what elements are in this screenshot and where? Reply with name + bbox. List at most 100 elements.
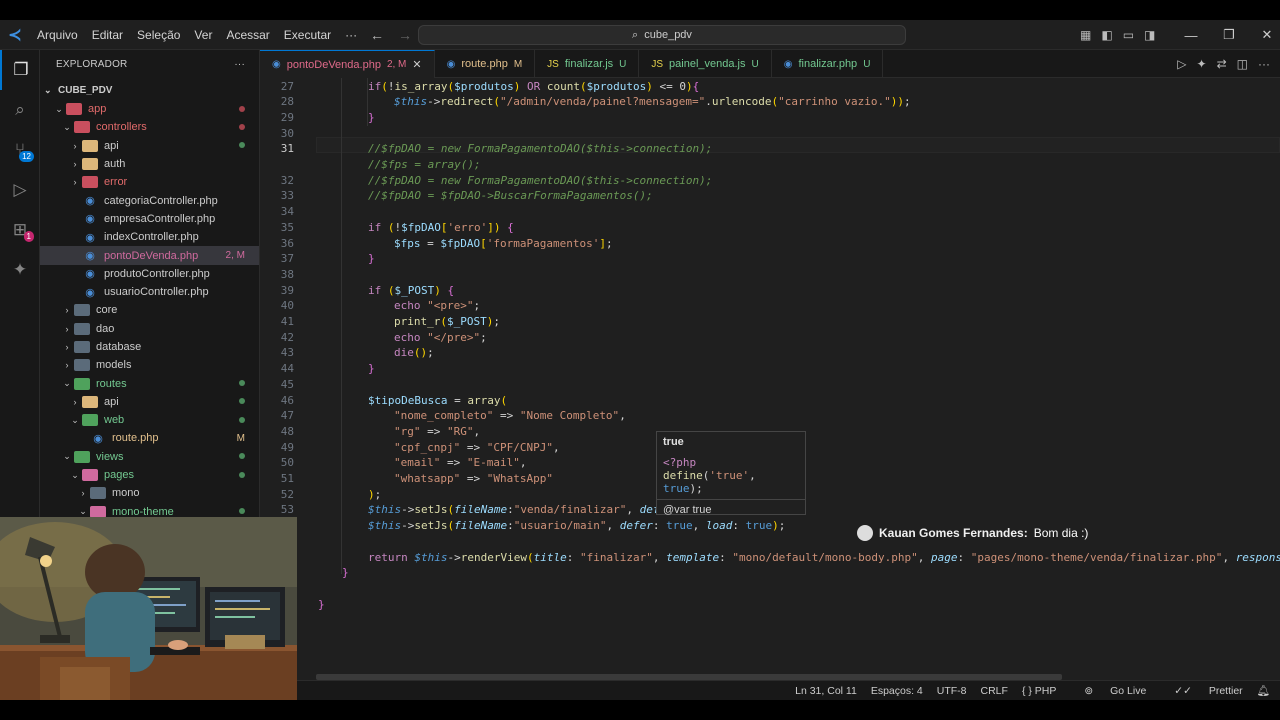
extensions-badge: 1	[23, 231, 34, 242]
file-item[interactable]: ◉ usuarioController.php	[40, 283, 259, 301]
folder-item[interactable]: › database	[40, 338, 259, 356]
explorer-icon[interactable]: ❐	[0, 50, 40, 90]
search-view-icon[interactable]: ⌕	[0, 90, 40, 130]
more-actions-icon[interactable]: ···	[1258, 57, 1270, 71]
editor-tab[interactable]: JS painel_venda.js U	[639, 50, 772, 78]
php-file-icon: ◉	[93, 432, 103, 445]
line-number: 35	[280, 220, 294, 234]
extensions-icon[interactable]: ⊞ 1	[0, 210, 40, 250]
menu-selecao[interactable]: Seleção	[130, 20, 187, 50]
folder-item[interactable]: ⌄ routes	[40, 374, 259, 392]
cursor-position[interactable]: Ln 31, Col 11	[795, 685, 857, 697]
code-line: 39 if ($_POST) {	[260, 282, 1280, 298]
menu-more[interactable]: ···	[338, 20, 364, 50]
menu-executar[interactable]: Executar	[277, 20, 338, 50]
code-line: 47 "nome_completo" => "Nome Completo",	[260, 408, 1280, 424]
folder-item[interactable]: › api	[40, 393, 259, 411]
file-item[interactable]: ◉ produtoController.php	[40, 265, 259, 283]
source-control-icon[interactable]: ⑂ 12	[0, 130, 40, 170]
editor-tab[interactable]: JS finalizar.js U	[535, 50, 640, 78]
folder-item[interactable]: › mono	[40, 484, 259, 502]
compare-icon[interactable]: ⇄	[1217, 57, 1227, 71]
tab-label: pontoDeVenda.php	[286, 58, 381, 71]
folder-icon	[74, 322, 90, 335]
folder-item[interactable]: › dao	[40, 320, 259, 338]
file-item[interactable]: ◉ empresaController.php	[40, 210, 259, 228]
file-item[interactable]: ◉ route.php M	[40, 429, 259, 447]
code-line: 33 //$fpDAO = $fpDAO->BuscarFormaPagament…	[260, 188, 1280, 204]
editor-tab[interactable]: ◉ route.php M	[435, 50, 536, 78]
toggle-panel-icon[interactable]: ▭	[1123, 28, 1134, 42]
file-item[interactable]: ◉ categoriaController.php	[40, 191, 259, 209]
git-status-badge: M	[236, 432, 245, 444]
code-line: 38	[260, 266, 1280, 282]
customize-layout-icon[interactable]: ▦	[1080, 28, 1091, 42]
language-mode[interactable]: { } PHP	[1022, 685, 1056, 697]
folder-item[interactable]: ⌄ controllers	[40, 118, 259, 136]
folder-item[interactable]: › auth	[40, 155, 259, 173]
file-item[interactable]: ◉ indexController.php	[40, 228, 259, 246]
code-editor[interactable]: 27 if(!is_array($produtos) OR count($prod…	[260, 78, 1280, 680]
folder-item[interactable]: › api	[40, 137, 259, 155]
restore-icon[interactable]: ❐	[1210, 27, 1248, 43]
code-line: 35 if (!$fpDAO['erro']) {	[260, 219, 1280, 235]
close-tab-icon[interactable]: ✕	[412, 58, 421, 71]
menu-acessar[interactable]: Acessar	[219, 20, 276, 50]
notifications-bell-icon[interactable]: 🔔︎	[1257, 684, 1270, 697]
status-dot	[239, 140, 245, 151]
menu-bar: Arquivo Editar Seleção Ver Acessar Execu…	[30, 20, 364, 50]
run-icon[interactable]: ▷	[1177, 57, 1186, 71]
chevron-down-icon: ⌄	[55, 103, 63, 114]
folder-item[interactable]: › core	[40, 301, 259, 319]
command-center[interactable]: ⌕ cube_pdv	[418, 25, 906, 45]
split-editor-icon[interactable]: ◫	[1237, 57, 1248, 71]
folder-item[interactable]: ⌄ pages	[40, 466, 259, 484]
code-text: die();	[394, 346, 434, 360]
copilot-icon[interactable]: ✦	[0, 250, 40, 290]
folder-item[interactable]: › error	[40, 173, 259, 191]
toggle-secondary-sidebar-icon[interactable]: ◨	[1144, 28, 1155, 42]
code-text: }	[368, 110, 375, 124]
editor-tab[interactable]: ◉ pontoDeVenda.php 2, M ✕	[260, 50, 435, 78]
folder-item[interactable]: ⌄ app	[40, 100, 259, 118]
back-arrow-icon[interactable]: ←	[370, 27, 384, 43]
explorer-more-icon[interactable]: ···	[234, 59, 245, 70]
code-line: 28 $this->redirect("/admin/venda/painel?m…	[260, 94, 1280, 110]
explorer-sidebar: EXPLORADOR ··· ⌄ CUBE_PDV ⌄ app ⌄ controlle…	[40, 50, 260, 520]
editor-tab[interactable]: ◉ finalizar.php U	[772, 50, 884, 78]
file-item[interactable]: ◉ pontoDeVenda.php 2, M	[40, 246, 259, 265]
minimize-icon[interactable]: —	[1172, 28, 1210, 43]
forward-arrow-icon[interactable]: →	[398, 27, 412, 43]
folder-item[interactable]: › models	[40, 356, 259, 374]
copilot-edit-icon[interactable]: ✦	[1197, 57, 1207, 71]
workspace-root[interactable]: ⌄ CUBE_PDV	[40, 80, 259, 100]
go-live-button[interactable]: ⊚ Go Live	[1070, 685, 1146, 697]
code-line: }	[260, 565, 1280, 581]
folder-item[interactable]: ⌄ views	[40, 448, 259, 466]
close-icon[interactable]: ✕	[1248, 27, 1280, 43]
status-dot	[239, 415, 245, 426]
line-number: 48	[280, 424, 294, 438]
menu-ver[interactable]: Ver	[187, 20, 219, 50]
tree-item-label: route.php	[112, 432, 159, 445]
prettier-button[interactable]: ✓✓ Prettier	[1160, 685, 1242, 697]
encoding[interactable]: UTF-8	[937, 685, 967, 697]
code-line: 42 echo "</pre>";	[260, 329, 1280, 345]
toggle-sidebar-icon[interactable]: ◧	[1101, 28, 1112, 42]
run-debug-icon[interactable]: ▷	[0, 170, 40, 210]
php-file-icon: ◉	[85, 195, 95, 208]
folder-icon	[74, 121, 90, 134]
folder-item[interactable]: ⌄ web	[40, 411, 259, 429]
folder-icon	[74, 359, 90, 372]
end-of-line[interactable]: CRLF	[981, 685, 1008, 697]
indentation[interactable]: Espaços: 4	[871, 685, 923, 697]
chevron-right-icon: ›	[73, 177, 77, 188]
chat-message: Bom dia :)	[1033, 526, 1089, 540]
line-number: 40	[280, 299, 294, 313]
menu-editar[interactable]: Editar	[85, 20, 130, 50]
menu-arquivo[interactable]: Arquivo	[30, 20, 85, 50]
window-controls: — ❐ ✕	[1172, 20, 1280, 50]
tree-item-label: error	[104, 176, 128, 189]
tree-item-label: dao	[96, 322, 115, 335]
tab-state: M	[513, 58, 523, 70]
